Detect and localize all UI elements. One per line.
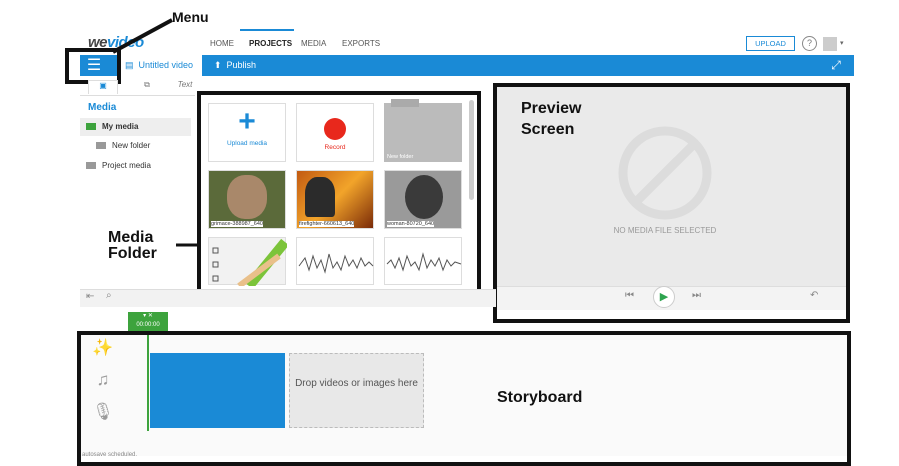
media-folder-annotation-arrow bbox=[176, 243, 198, 247]
nav-exports[interactable]: EXPORTS bbox=[342, 39, 380, 48]
tab-text[interactable]: Text bbox=[173, 80, 197, 94]
chevron-down-icon[interactable]: ▾ bbox=[840, 39, 844, 47]
upload-button[interactable]: UPLOAD bbox=[746, 36, 795, 51]
projects-underline bbox=[240, 29, 294, 31]
tab-media[interactable]: ▣ bbox=[88, 80, 118, 94]
folder-icon bbox=[96, 142, 106, 150]
folder-icon bbox=[86, 123, 96, 131]
timeline-toolbar bbox=[80, 289, 496, 307]
tab-transitions[interactable]: ⧉ bbox=[134, 80, 160, 94]
folder-new-folder[interactable]: New folder bbox=[80, 137, 191, 155]
publish-button[interactable]: ⬆ Publish bbox=[214, 55, 256, 76]
menu-annotation-arrow bbox=[112, 18, 173, 54]
storyboard-annotation-frame bbox=[77, 331, 851, 466]
autosave-status: autosave scheduled. bbox=[82, 452, 138, 458]
fullscreen-icon[interactable]: ⤢ bbox=[829, 58, 843, 72]
media-heading: Media bbox=[88, 102, 117, 113]
folder-project-media[interactable]: Project media bbox=[80, 157, 191, 175]
nav-media[interactable]: MEDIA bbox=[301, 39, 326, 48]
preview-annotation-label: Preview Screen bbox=[521, 100, 582, 138]
media-folder-annotation-label: Media Folder bbox=[108, 229, 157, 262]
collapse-icon[interactable]: ⇤ bbox=[86, 291, 94, 302]
folder-my-media[interactable]: My media bbox=[80, 118, 191, 136]
project-title-tab[interactable]: ▤ Untitled video bbox=[121, 55, 202, 76]
help-icon[interactable]: ? bbox=[802, 36, 817, 51]
avatar[interactable] bbox=[823, 37, 837, 51]
search-icon[interactable]: ⌕ bbox=[106, 290, 112, 301]
media-folder-annotation-frame bbox=[197, 91, 481, 294]
nav-home[interactable]: HOME bbox=[210, 39, 234, 48]
nav-projects[interactable]: PROJECTS bbox=[249, 39, 292, 48]
storyboard-annotation-label: Storyboard bbox=[497, 389, 583, 406]
menu-annotation-label: Menu bbox=[172, 9, 209, 25]
folder-icon bbox=[86, 162, 96, 170]
playhead-marker[interactable]: ▾ ✕ 00:00:00 bbox=[128, 312, 168, 332]
